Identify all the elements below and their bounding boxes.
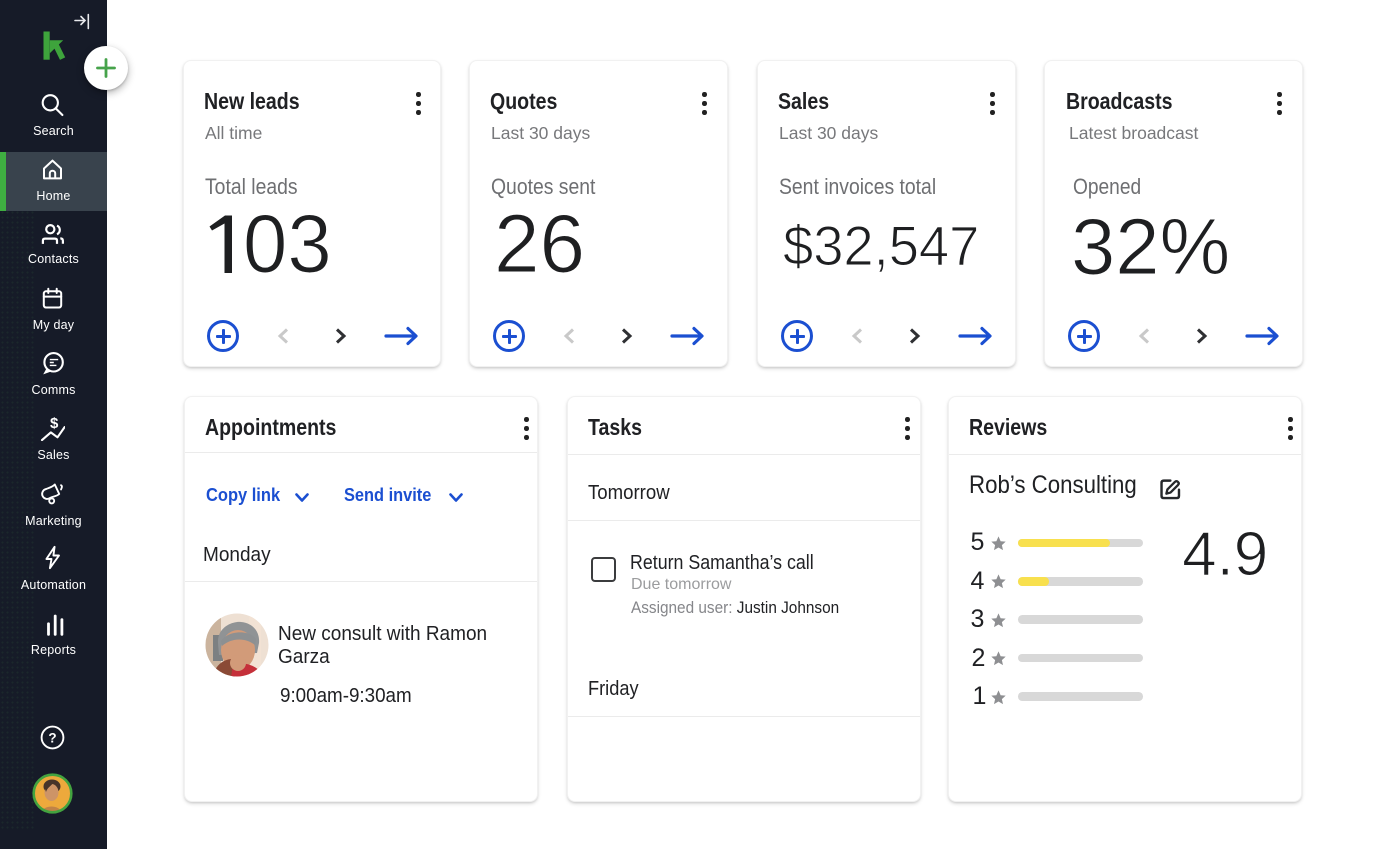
svg-text:?: ? xyxy=(48,730,56,745)
svg-text:$: $ xyxy=(50,416,59,432)
